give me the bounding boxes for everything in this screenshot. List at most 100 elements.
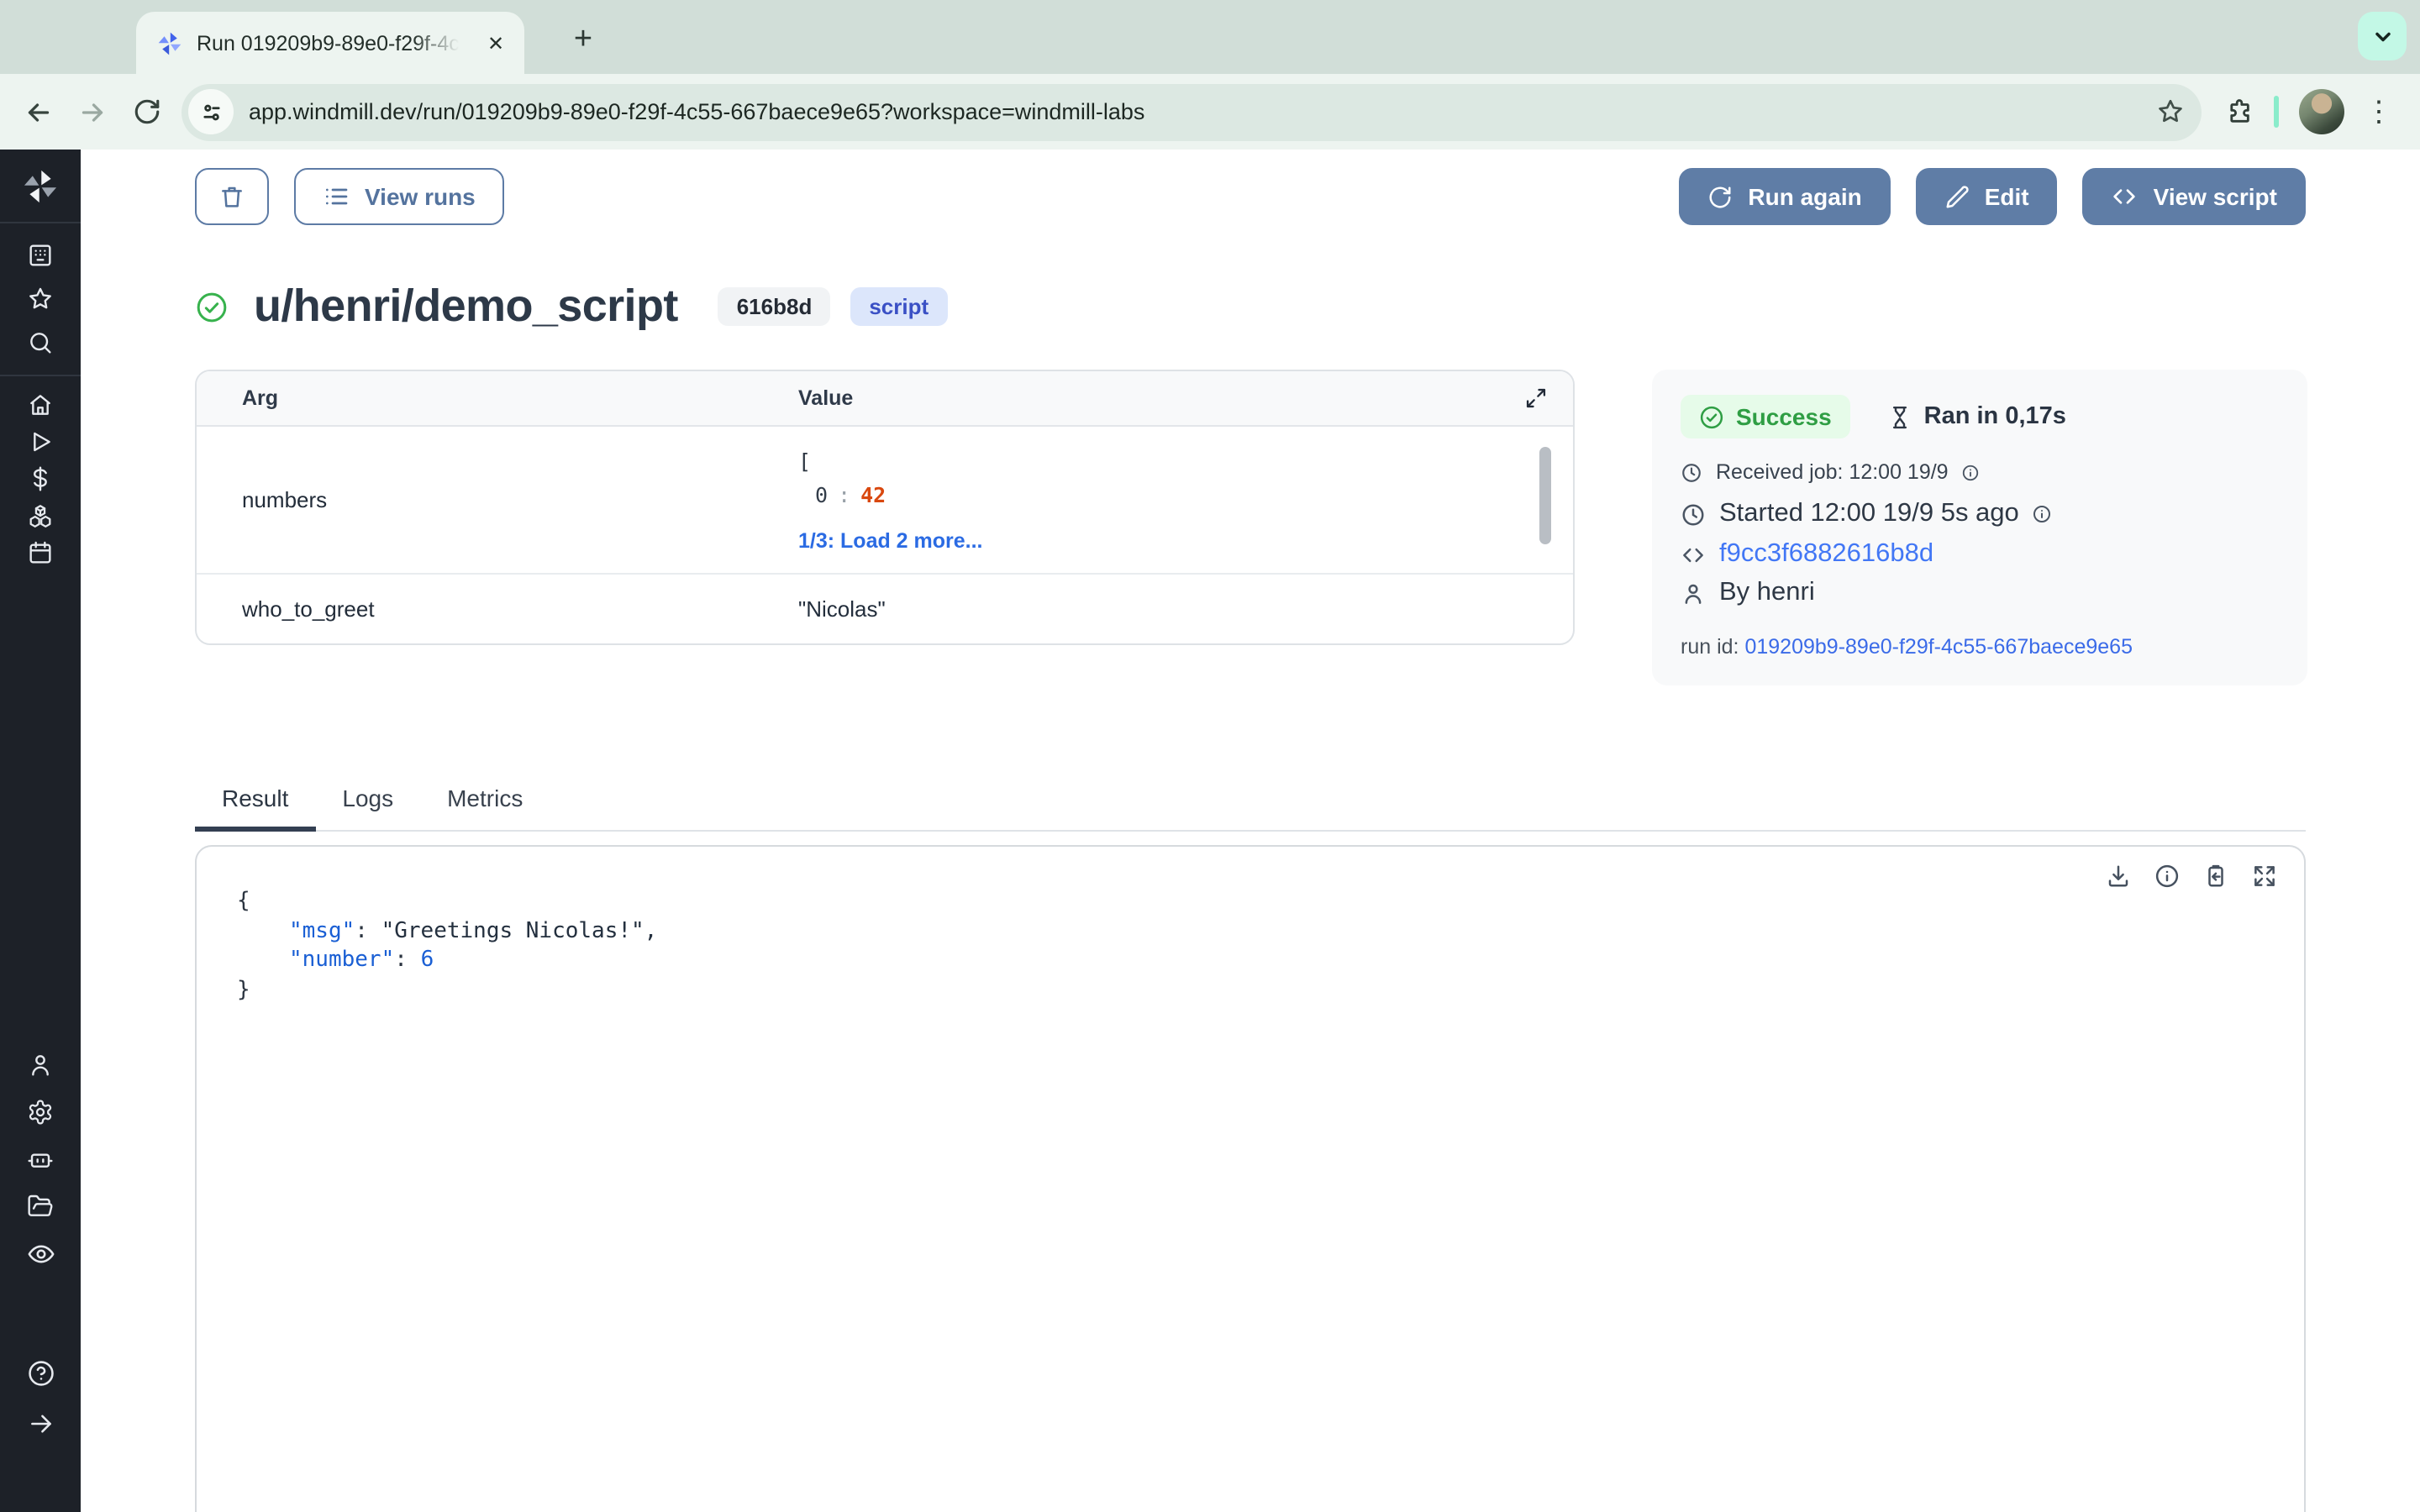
expand-result-button[interactable] [2252,864,2277,889]
copy-result-button[interactable] [2203,864,2228,889]
home-icon [27,391,54,418]
arg-value: "Nicolas" [798,578,1573,640]
clipboard-copy-icon [2203,864,2228,889]
new-tab-button[interactable]: + [561,18,605,62]
user-icon [27,1052,54,1079]
profile-avatar[interactable] [2299,89,2344,134]
forward-button[interactable] [67,87,118,137]
sidebar-item-resources[interactable] [27,497,54,534]
sidebar-item-apps[interactable] [0,234,81,277]
toolbar-separator [2274,96,2279,128]
result-panel-actions [2106,864,2277,889]
run-again-button[interactable]: Run again [1679,168,1890,225]
clock-icon [1681,461,1702,483]
sidebar-item-folders[interactable] [26,1186,55,1226]
browser-toolbar: app.windmill.dev/run/019209b9-89e0-f29f-… [0,74,2420,150]
page-title: u/henri/demo_script [254,281,678,333]
result-panel: { "msg": "Greetings Nicolas!", "number":… [195,845,2306,1512]
windmill-app: View runs Run again Edit View script [0,150,2420,1512]
windmill-logo[interactable] [22,161,59,212]
args-table: Arg Value numbers [ 0:42 1/3: Load 2 mor… [195,370,1575,645]
sidebar-item-workers[interactable] [26,1139,55,1179]
actions-row: View runs Run again Edit View script [195,168,2306,225]
star-icon [2156,97,2185,126]
sidebar-footer [26,1347,55,1448]
script-hash-line: f9cc3f6882616b8d [1681,539,2279,570]
started-line: Started 12:00 19/9 5s ago [1681,499,2279,529]
sidebar-item-help[interactable] [26,1352,55,1393]
kind-badge: script [850,287,947,326]
download-result-button[interactable] [2106,864,2131,889]
sidebar-item-runs[interactable] [27,423,54,460]
tab-close-icon[interactable]: ✕ [481,28,511,58]
sidebar-item-schedules[interactable] [27,534,54,571]
status-badge: Success [1681,395,1850,438]
arrow-left-icon [24,97,54,127]
sidebar-item-variables[interactable] [27,460,54,497]
check-circle-icon [1699,404,1724,429]
maximize-icon [2252,864,2277,889]
tab-result[interactable]: Result [195,785,315,832]
col-header-arg: Arg [197,386,798,410]
info-icon[interactable] [2033,504,2053,524]
tab-metrics[interactable]: Metrics [420,785,550,832]
title-row: u/henri/demo_script 616b8d script [195,281,2306,333]
pencil-icon [1944,184,1970,209]
info-icon[interactable] [1962,463,1981,481]
tab-logs[interactable]: Logs [315,785,420,832]
sidebar-collapse-toggle[interactable] [26,1403,55,1443]
tune-icon [199,100,223,123]
url-text[interactable]: app.windmill.dev/run/019209b9-89e0-f29f-… [249,99,2141,124]
trash-icon [218,183,245,210]
keypad-icon [27,242,54,269]
actions-left: View runs [195,168,504,225]
reload-icon [132,97,160,126]
address-bar[interactable]: app.windmill.dev/run/019209b9-89e0-f29f-… [182,83,2202,140]
result-json: { "msg": "Greetings Nicolas!", "number":… [197,847,2304,1005]
back-button[interactable] [13,87,64,137]
site-settings-button[interactable] [188,89,234,134]
browser-toolbar-right: ⋮ [2215,89,2407,134]
sidebar-divider [0,375,81,376]
edit-button[interactable]: Edit [1916,168,2058,225]
json-line: } [237,975,2304,1005]
script-hash-link[interactable]: f9cc3f6882616b8d [1719,539,1933,570]
result-info-button[interactable] [2154,864,2180,889]
expand-args-button[interactable] [1524,386,1548,410]
value-scrollbar[interactable] [1539,447,1551,544]
puzzle-icon [2225,97,2254,126]
calendar-icon [27,539,54,566]
sidebar-item-audit-logs[interactable] [26,1233,55,1273]
result-tabs: Result Logs Metrics [195,785,2306,832]
sidebar-group-admin [26,1038,55,1280]
view-runs-button[interactable]: View runs [294,168,504,225]
json-open-bracket: [ [798,448,1523,473]
sidebar-item-search[interactable] [0,321,81,365]
browser-menu-button[interactable]: ⋮ [2365,97,2393,126]
run-id-link[interactable]: 019209b9-89e0-f29f-4c55-667baece9e65 [1744,635,2133,659]
success-check-icon [195,290,229,323]
sidebar-item-home[interactable] [27,386,54,423]
bookmark-star-button[interactable] [2156,97,2185,126]
sidebar-item-users[interactable] [26,1045,55,1085]
delete-run-button[interactable] [195,168,269,225]
expand-icon [1524,386,1548,410]
arg-value-json: [ 0:42 1/3: Load 2 more... [798,429,1573,570]
col-header-value: Value [798,386,1524,410]
sidebar-item-settings[interactable] [26,1092,55,1132]
sidebar-item-favorites[interactable] [0,277,81,321]
reload-button[interactable] [121,87,171,137]
arrow-right-icon [77,97,108,127]
tab-search-chevron-button[interactable] [2358,12,2407,60]
boxes-icon [27,502,54,529]
extensions-button[interactable] [2225,97,2254,126]
sidebar [0,150,81,1512]
eye-icon [26,1239,55,1268]
view-script-button[interactable]: View script [2083,168,2306,225]
folder-open-icon [27,1193,54,1220]
load-more-link[interactable]: 1/3: Load 2 more... [798,528,1523,552]
author-line: By henri [1681,578,2279,608]
browser-tab[interactable]: Run 019209b9-89e0-f29f-4c ✕ [136,12,524,74]
run-duration: Ran in 0,17s [1887,403,2066,430]
user-icon [1681,580,1706,606]
